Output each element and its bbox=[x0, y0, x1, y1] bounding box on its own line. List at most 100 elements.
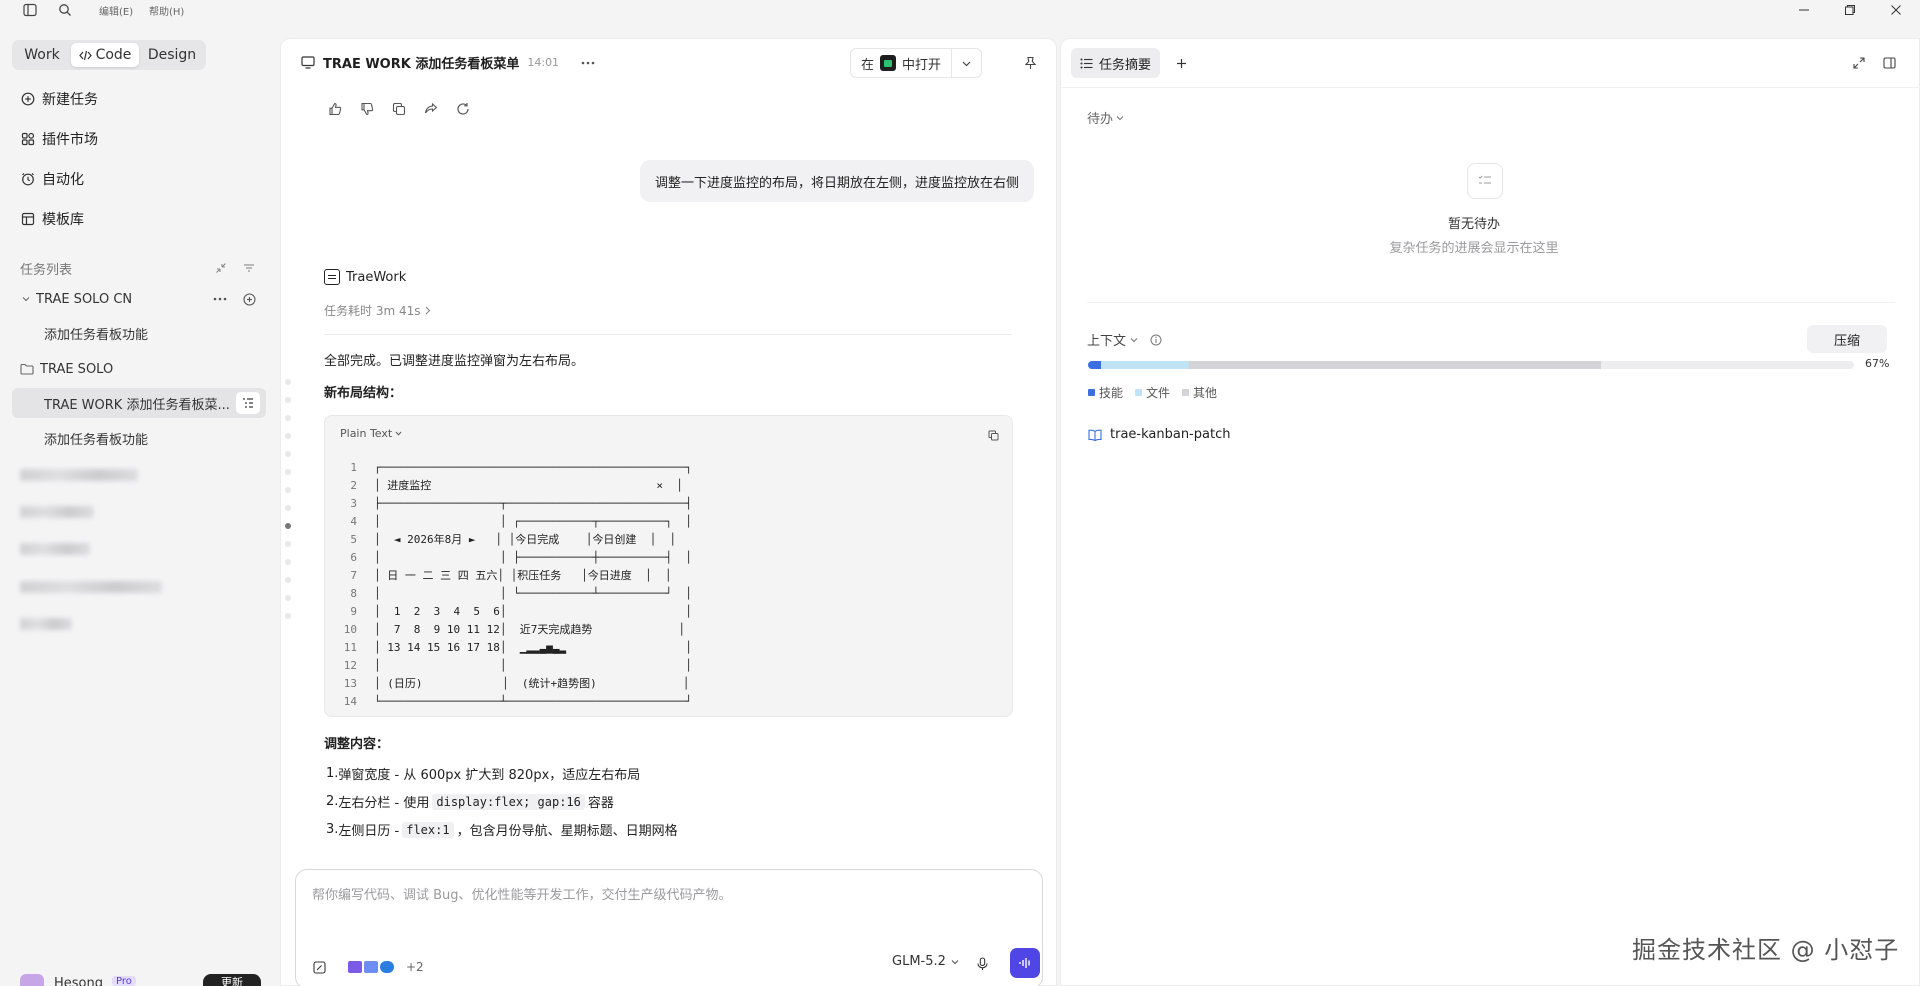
open-in-button[interactable]: 在 中打开 bbox=[850, 48, 982, 78]
task-list-heading: 任务列表 bbox=[20, 263, 73, 278]
watermark: 掘金技术社区 @ 小怼子 bbox=[1632, 936, 1900, 964]
group-trae-solo-cn[interactable]: TRAE SOLO CN bbox=[22, 288, 132, 310]
avatar[interactable] bbox=[20, 974, 44, 986]
list-text: ，包含月份导航、星期标题、日期网格 bbox=[456, 824, 678, 839]
list-text: 弹窗宽度 - 从 600px 扩大到 820px，适应左右布局 bbox=[338, 768, 641, 783]
todo-section-toggle[interactable]: 待办 bbox=[1087, 108, 1124, 127]
list-text: 左侧日历 - bbox=[338, 824, 400, 839]
list-text: 容器 bbox=[587, 796, 614, 811]
empty-todo-icon bbox=[1467, 163, 1503, 199]
chevron-down-icon bbox=[951, 958, 959, 966]
tab-task-summary[interactable]: 任务摘要 bbox=[1071, 48, 1161, 78]
list-item: 1. 弹窗宽度 - 从 600px 扩大到 820px，适应左右布局 bbox=[326, 764, 640, 783]
open-in-prefix: 在 bbox=[861, 57, 875, 73]
chevron-down-icon bbox=[1130, 336, 1138, 344]
list-number: 3. bbox=[326, 822, 339, 837]
code-content: ┌───────────────────────────────────────… bbox=[374, 461, 692, 708]
task-item-active-label: TRAE WORK 添加任务看板菜... bbox=[44, 397, 230, 413]
nav-automation[interactable]: 自动化 bbox=[20, 168, 84, 190]
close-window-icon[interactable] bbox=[1888, 2, 1904, 18]
attachment-count[interactable]: +2 bbox=[406, 960, 424, 974]
thumbs-up-icon[interactable] bbox=[327, 101, 343, 117]
microphone-icon[interactable] bbox=[974, 956, 990, 972]
minimize-icon[interactable] bbox=[1796, 2, 1812, 18]
collapse-icon[interactable] bbox=[213, 260, 229, 276]
nav-plugins[interactable]: 插件市场 bbox=[20, 128, 98, 150]
info-icon[interactable] bbox=[1150, 334, 1162, 346]
chat-time: 14:01 bbox=[527, 56, 560, 69]
menu-edit[interactable]: 编辑(E) bbox=[99, 3, 133, 18]
panel-toggle-icon[interactable] bbox=[1881, 55, 1897, 71]
more-icon[interactable] bbox=[212, 291, 228, 307]
share-icon[interactable] bbox=[423, 101, 439, 117]
chevron-down-icon bbox=[1116, 114, 1124, 122]
group-trae-solo[interactable]: TRAE SOLO bbox=[20, 358, 113, 380]
plugin-icon[interactable] bbox=[348, 961, 362, 973]
chevron-right-icon bbox=[424, 306, 431, 315]
nav-plugins-label: 插件市场 bbox=[42, 132, 98, 148]
skill-item[interactable]: trae-kanban-patch bbox=[1088, 427, 1230, 442]
new-chat-icon[interactable] bbox=[241, 291, 257, 307]
chevron-down-icon bbox=[395, 430, 402, 437]
usage-percent: 67% bbox=[1865, 357, 1890, 370]
chevron-down-icon[interactable] bbox=[951, 49, 981, 77]
filter-icon[interactable] bbox=[241, 260, 257, 276]
restore-icon[interactable] bbox=[1842, 2, 1858, 18]
task-summary-panel: 任务摘要 待办 暂无待办 复杂任务的进展会显示在这里 上下文 压缩 67% 技能… bbox=[1060, 38, 1920, 986]
task-item[interactable]: 添加任务看板功能 bbox=[44, 427, 148, 449]
usage-segment-skills bbox=[1088, 361, 1102, 369]
legend-label: 其他 bbox=[1193, 386, 1218, 400]
update-button[interactable]: 更新 bbox=[203, 974, 261, 986]
list-item: 2. 左右分栏 - 使用 display:flex; gap:16 容器 bbox=[326, 792, 614, 811]
composer-input[interactable]: 帮你编写代码、调试 Bug、优化性能等开发工作，交付生产级代码产物。 bbox=[312, 884, 732, 903]
legend-label: 技能 bbox=[1099, 386, 1124, 400]
plugins-icon bbox=[20, 132, 35, 147]
changes-heading: 调整内容： bbox=[324, 737, 390, 752]
blurred-task-item bbox=[20, 543, 90, 555]
attach-file-icon[interactable] bbox=[312, 960, 326, 974]
legend-label: 文件 bbox=[1146, 386, 1171, 400]
nav-new-task[interactable]: 新建任务 bbox=[20, 88, 98, 110]
image-icon[interactable] bbox=[364, 961, 378, 973]
chat-header: TRAE WORK 添加任务看板菜单 14:01 bbox=[301, 53, 595, 72]
menu-help[interactable]: 帮助(H) bbox=[149, 3, 184, 18]
sidebar-toggle-icon[interactable] bbox=[22, 2, 38, 18]
blurred-task-item bbox=[20, 469, 138, 481]
search-icon[interactable] bbox=[57, 2, 73, 18]
skill-name: trae-kanban-patch bbox=[1110, 427, 1231, 442]
list-icon bbox=[1080, 58, 1093, 69]
nav-templates-label: 模板库 bbox=[42, 212, 84, 228]
mode-work-tab[interactable]: Work bbox=[15, 43, 69, 67]
task-item[interactable]: 添加任务看板功能 bbox=[44, 322, 148, 344]
more-icon[interactable] bbox=[581, 61, 595, 65]
copy-icon[interactable] bbox=[391, 101, 407, 117]
context-usage-bar bbox=[1088, 361, 1854, 369]
copy-icon[interactable] bbox=[986, 428, 1000, 442]
open-in-label: 中打开 bbox=[902, 57, 942, 73]
monitor-icon bbox=[301, 56, 315, 69]
pin-icon[interactable] bbox=[1021, 54, 1039, 72]
nav-templates[interactable]: 模板库 bbox=[20, 208, 84, 230]
task-duration-label: 任务耗时 3m 41s bbox=[324, 304, 421, 318]
message-actions bbox=[327, 101, 471, 117]
add-tab-icon[interactable] bbox=[1173, 55, 1189, 71]
task-duration[interactable]: 任务耗时 3m 41s bbox=[324, 302, 431, 319]
model-selector[interactable]: GLM-5.2 bbox=[892, 954, 959, 969]
compress-button[interactable]: 压缩 bbox=[1807, 325, 1887, 353]
expand-icon[interactable] bbox=[1851, 55, 1867, 71]
mode-design-tab[interactable]: Design bbox=[141, 43, 203, 67]
inline-code: flex:1 bbox=[402, 821, 454, 838]
list-item: 3. 左侧日历 - flex:1 ，包含月份导航、星期标题、日期网格 bbox=[326, 820, 678, 839]
folder-icon bbox=[20, 363, 34, 375]
task-list-icon[interactable] bbox=[236, 392, 260, 414]
mode-code-tab[interactable]: Code bbox=[71, 43, 139, 67]
clock-icon bbox=[20, 172, 35, 187]
legend-files: 文件 bbox=[1135, 384, 1170, 401]
browser-icon[interactable] bbox=[380, 961, 394, 973]
context-section-toggle[interactable]: 上下文 bbox=[1087, 330, 1162, 349]
send-button[interactable] bbox=[1010, 948, 1040, 978]
thumbs-down-icon[interactable] bbox=[359, 101, 375, 117]
refresh-icon[interactable] bbox=[455, 101, 471, 117]
code-language-select[interactable]: Plain Text bbox=[340, 427, 402, 440]
divider bbox=[324, 334, 1012, 335]
